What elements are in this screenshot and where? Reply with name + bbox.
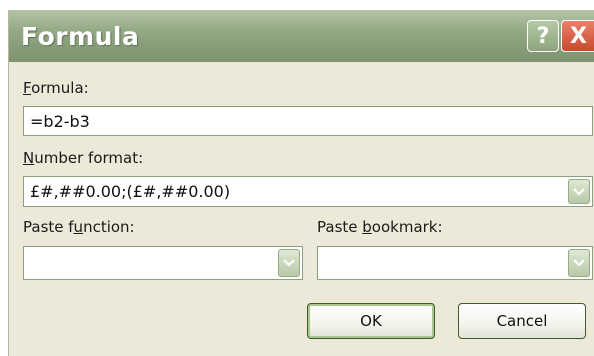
formula-dialog: Formula ? X Formula: =b2-b3 Number forma… xyxy=(8,10,594,356)
paste-function-label: Paste function: xyxy=(23,218,135,236)
paste-bookmark-dropdown[interactable] xyxy=(317,246,593,280)
cancel-button[interactable]: Cancel xyxy=(458,303,586,339)
help-icon[interactable]: ? xyxy=(527,20,559,52)
paste-bookmark-label: Paste bookmark: xyxy=(317,218,443,236)
formula-input[interactable]: =b2-b3 xyxy=(23,106,593,136)
dialog-title: Formula xyxy=(21,22,140,51)
title-bar[interactable]: Formula ? X xyxy=(9,10,594,62)
formula-label: Formula: xyxy=(23,79,89,97)
number-format-value: £#,##0.00;(£#,##0.00) xyxy=(30,182,231,201)
ok-button[interactable]: OK xyxy=(307,303,435,339)
chevron-down-icon[interactable] xyxy=(568,179,590,204)
chevron-down-icon[interactable] xyxy=(568,249,590,277)
number-format-label: Number format: xyxy=(23,149,144,167)
close-icon[interactable]: X xyxy=(561,20,594,52)
chevron-down-icon[interactable] xyxy=(278,249,300,277)
paste-function-dropdown[interactable] xyxy=(23,246,303,280)
number-format-dropdown[interactable]: £#,##0.00;(£#,##0.00) xyxy=(23,176,593,207)
